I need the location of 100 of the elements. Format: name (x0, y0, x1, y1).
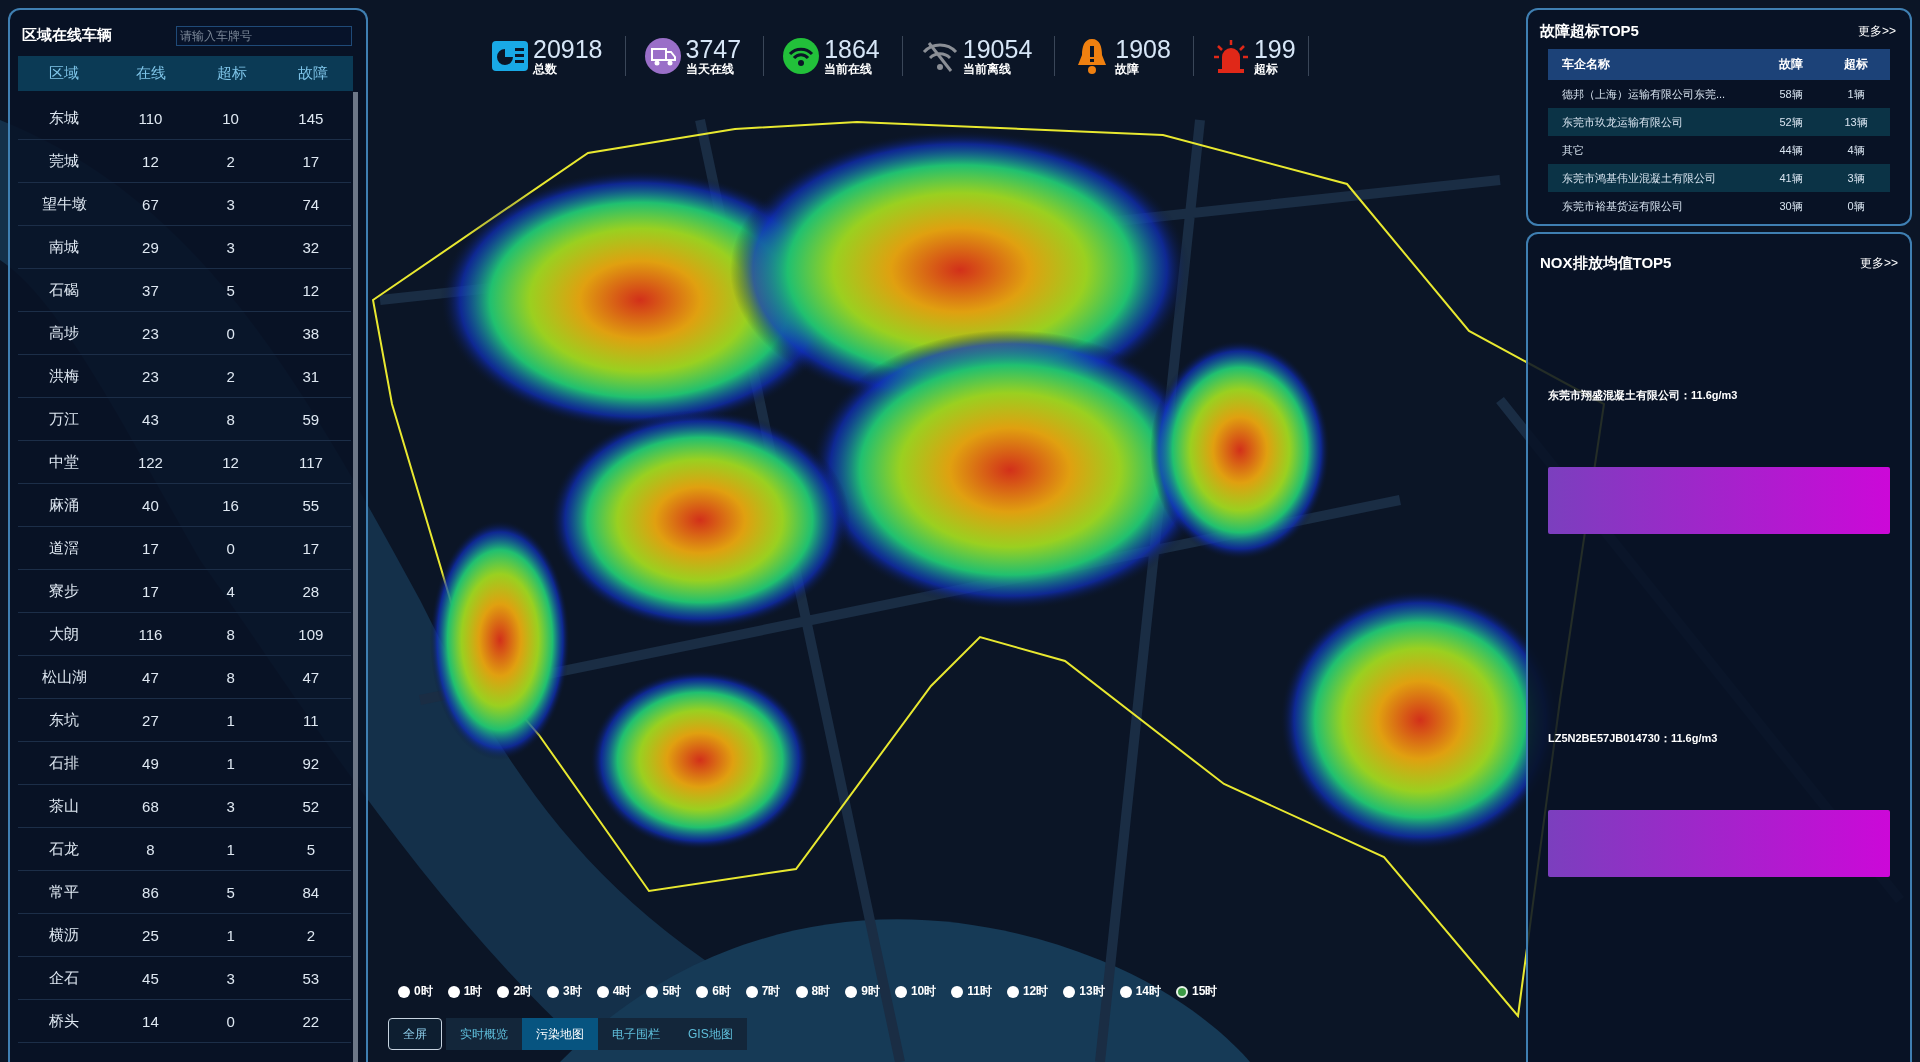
more-link[interactable]: 更多>> (1858, 23, 1896, 40)
table-cell-text: 8 (145, 840, 156, 858)
siren-icon (1211, 37, 1250, 75)
table-cell-text: 23 (141, 367, 160, 385)
table-cell-text: 67 (141, 195, 160, 213)
hour-radio[interactable]: 11时 (951, 983, 992, 1000)
stat-label: 故障 (1115, 62, 1140, 76)
table-cell-text: 石排 (48, 753, 81, 773)
hour-radio[interactable]: 8时 (795, 983, 831, 1000)
stat-label: 超标 (1253, 62, 1278, 76)
table-cell-text: 13辆 (1843, 114, 1869, 130)
table-cell-text: 3 (225, 238, 236, 256)
panel-title: NOX排放均值TOP5 (1540, 254, 1672, 273)
table-cell-text: 德邦（上海）运输有限公司东莞... (1561, 86, 1727, 102)
hour-radio[interactable]: 10时 (894, 983, 937, 1000)
search-field[interactable]: 请输入车牌号 (176, 25, 352, 46)
table-cell-text: 37 (141, 281, 160, 299)
hour-radio[interactable]: 1时 (447, 983, 483, 1000)
hour-radio[interactable]: 0时 (398, 983, 433, 1000)
hour-radio[interactable]: 6时 (696, 983, 731, 1000)
table-cell-text: 110 (137, 109, 164, 127)
table-cell-text: 84 (301, 883, 321, 901)
hour-radio[interactable]: 9时 (845, 983, 880, 1000)
more-link[interactable]: 更多>> (1860, 255, 1898, 272)
table-cell-text: 1 (225, 926, 236, 944)
table-cell-text: 中堂 (48, 452, 81, 472)
table-cell-text: 1 (225, 711, 236, 729)
table-cell-text: 1 (225, 840, 236, 858)
table-cell-text: 8 (225, 410, 236, 428)
stat-value: 1908 (1115, 36, 1171, 62)
column-header: 车企名称 (1561, 56, 1611, 73)
table-cell-text: 1辆 (1846, 86, 1866, 102)
table-cell-text: 高埗 (48, 323, 81, 343)
table-cell-text: 企石 (48, 968, 81, 988)
hour-radio[interactable]: 14时 (1119, 983, 1161, 1000)
table-cell-text: 23 (141, 324, 160, 342)
hour-radio[interactable]: 2时 (497, 983, 533, 1000)
table-cell-text: 东城 (48, 108, 81, 128)
table-cell-text: 12 (301, 281, 321, 299)
table-cell-text: 3辆 (1846, 170, 1866, 186)
table-cell-text: 东莞市鸿基伟业混凝土有限公司 (1561, 170, 1717, 186)
table-cell-text: 43 (141, 410, 160, 428)
table-cell-text: 49 (141, 754, 160, 772)
table-cell-text: 117 (297, 453, 324, 471)
table-cell-text: 望牛墩 (40, 194, 88, 214)
panel-title: 区域在线车辆 (22, 26, 112, 45)
table-cell-text: 4 (225, 582, 236, 600)
table-cell-text: 3 (225, 797, 236, 815)
hour-radio[interactable]: 13时 (1063, 983, 1105, 1000)
tab[interactable]: 实时概览 (446, 1018, 522, 1050)
scrollbar[interactable] (353, 92, 358, 1062)
table-cell-text: 41辆 (1778, 170, 1804, 186)
fullscreen-button[interactable]: 全屏 (388, 1018, 442, 1050)
hour-radio[interactable]: 7时 (745, 983, 781, 1000)
tab[interactable]: GIS地图 (674, 1018, 747, 1050)
table-cell-text: 47 (141, 668, 160, 686)
table-cell-text: 0辆 (1846, 198, 1866, 214)
hour-radio[interactable]: 3时 (547, 983, 582, 1000)
table-cell-text: 47 (301, 668, 321, 686)
tab[interactable]: 污染地图 (522, 1018, 598, 1050)
hour-radio[interactable]: 15时 (1176, 983, 1218, 1000)
table-cell-text: 145 (297, 109, 325, 127)
table-cell-text: 17 (301, 152, 321, 170)
hour-radio[interactable]: 12时 (1006, 983, 1049, 1000)
table-cell-text: 茶山 (48, 796, 81, 816)
table-cell-text: 石碣 (48, 280, 81, 300)
table-cell-text: 55 (301, 496, 321, 514)
table-cell-text: 22 (301, 1012, 321, 1030)
table-cell-text: 2 (225, 152, 236, 170)
table-cell-text: 东坑 (48, 710, 81, 730)
table-cell-text: 17 (141, 539, 160, 557)
table-cell-text: 30辆 (1778, 198, 1804, 214)
stat-label: 当前离线 (962, 62, 1011, 76)
table-cell-text: 石龙 (48, 839, 81, 859)
table-cell-text: 40 (141, 496, 160, 514)
table-cell-text: 万江 (48, 409, 81, 429)
table-cell-text: 洪梅 (48, 366, 81, 386)
table-cell-text: 5 (225, 883, 236, 901)
table-cell-text: 大朗 (48, 624, 81, 644)
hour-radio[interactable]: 5时 (646, 983, 682, 1000)
table-cell-text: 0 (225, 1012, 236, 1030)
table-cell-text: 桥头 (48, 1011, 81, 1031)
table-cell-text: 27 (141, 711, 160, 729)
column-header: 故障 (296, 64, 329, 83)
table-cell-text: 11 (302, 711, 320, 729)
table-cell-text: 58辆 (1778, 86, 1804, 102)
table-cell-text: 其它 (1561, 142, 1585, 158)
table-cell-text: 5 (225, 281, 236, 299)
panel-title: 故障超标TOP5 (1540, 22, 1639, 41)
hour-radio[interactable]: 4时 (596, 983, 632, 1000)
table-cell-text: 45 (141, 969, 160, 987)
table-cell-text: 南城 (48, 237, 81, 257)
truck-icon (643, 37, 682, 75)
table-cell-text: 74 (301, 195, 321, 213)
tab[interactable]: 电子围栏 (598, 1018, 674, 1050)
table-cell-text: 29 (141, 238, 160, 256)
table-cell-text: 116 (137, 625, 164, 643)
column-header: 超标 (1843, 56, 1869, 73)
table-cell-text: 122 (136, 453, 164, 471)
table-cell-text: 东莞市裕基货运有限公司 (1561, 198, 1684, 214)
